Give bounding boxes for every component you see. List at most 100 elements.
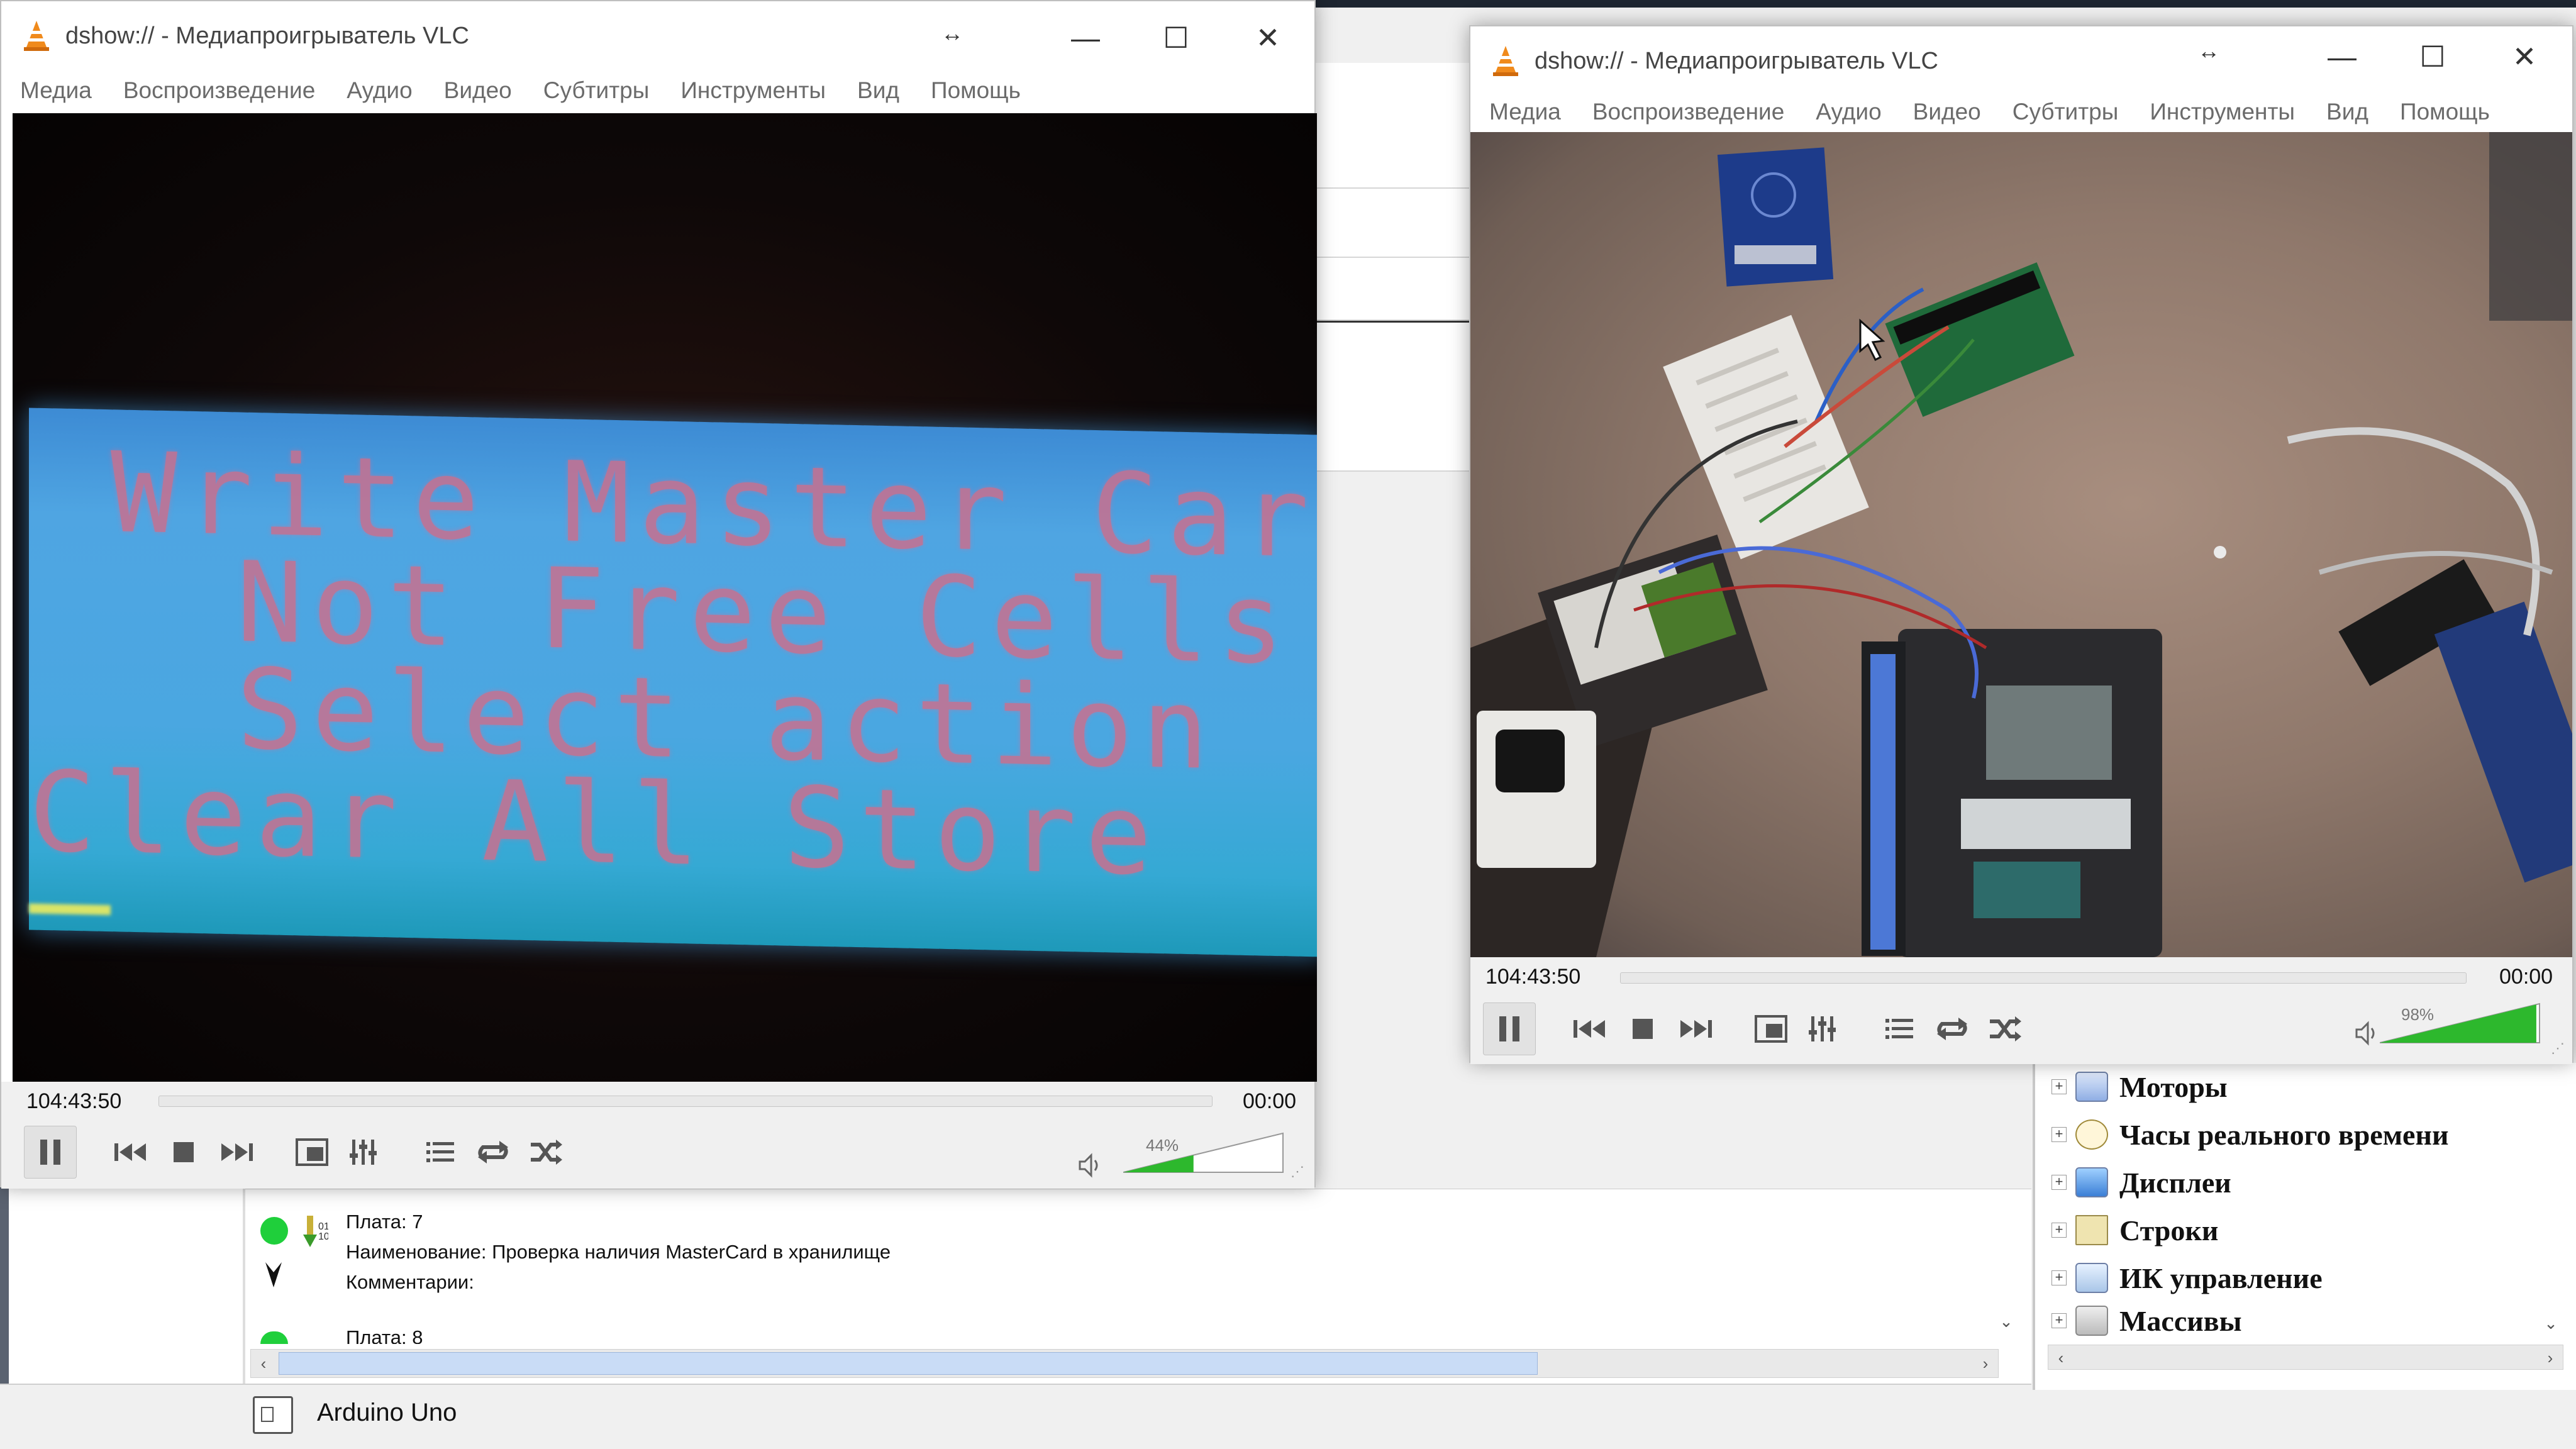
maximize-button[interactable]: ☐ bbox=[1138, 13, 1214, 63]
loop-icon bbox=[1937, 1018, 1967, 1040]
tree-item-strings[interactable]: + Строки bbox=[2051, 1206, 2218, 1254]
menu-audio[interactable]: Аудио bbox=[347, 77, 412, 104]
background-panel bbox=[1314, 189, 1472, 258]
expand-icon[interactable]: + bbox=[2051, 1270, 2067, 1285]
shuffle-icon bbox=[1990, 1016, 2021, 1041]
tree-item-arrays[interactable]: + Массивы bbox=[2051, 1302, 2242, 1340]
menu-tools[interactable]: Инструменты bbox=[680, 77, 826, 104]
fullscreen-button[interactable] bbox=[289, 1130, 335, 1175]
block-tree: + Моторы + Часы реального времени + Дисплеи… bbox=[2033, 1063, 2576, 1390]
expand-icon[interactable]: + bbox=[2051, 1127, 2067, 1142]
minimize-button[interactable]: — bbox=[2304, 31, 2380, 82]
title-bar[interactable]: dshow:// - Медиапроигрыватель VLC ↔ — ☐ … bbox=[1, 1, 1314, 70]
tree-item-rtc[interactable]: + Часы реального времени bbox=[2051, 1111, 2448, 1158]
shuffle-button[interactable] bbox=[1982, 1006, 2028, 1052]
vlc-window-left[interactable]: dshow:// - Медиапроигрыватель VLC ↔ — ☐ … bbox=[0, 0, 1317, 1189]
resize-cursor-icon: ↔ bbox=[941, 20, 963, 46]
fullscreen-button[interactable] bbox=[1748, 1006, 1794, 1052]
close-button[interactable]: ✕ bbox=[1230, 13, 1306, 63]
fullscreen-icon bbox=[1755, 1015, 1787, 1043]
tree-item-motors[interactable]: + Моторы bbox=[2051, 1063, 2228, 1111]
background-panel bbox=[1314, 321, 1472, 472]
speaker-icon bbox=[1079, 1153, 1098, 1178]
speaker-icon bbox=[2355, 1021, 2375, 1046]
menu-view[interactable]: Вид bbox=[857, 77, 899, 104]
stop-button[interactable] bbox=[161, 1130, 206, 1175]
background-panel bbox=[1314, 258, 1472, 321]
menu-video[interactable]: Видео bbox=[444, 77, 512, 104]
plate-name: Наименование: Проверка наличия MasterCar… bbox=[346, 1241, 891, 1263]
menu-help[interactable]: Помощь bbox=[2400, 99, 2490, 125]
menu-help[interactable]: Помощь bbox=[931, 77, 1021, 104]
time-elapsed: 104:43:50 bbox=[26, 1089, 122, 1113]
vlc-window-right[interactable]: dshow:// - Медиапроигрыватель VLC ↔ — ☐ … bbox=[1469, 25, 2573, 1064]
menu-media[interactable]: Медиа bbox=[20, 77, 92, 104]
pause-button[interactable] bbox=[24, 1126, 77, 1179]
menu-audio[interactable]: Аудио bbox=[1816, 99, 1881, 125]
volume-percent: 44% bbox=[1146, 1136, 1179, 1155]
mute-button[interactable] bbox=[2351, 1018, 2382, 1049]
scroll-down-icon[interactable]: ⌄ bbox=[1994, 1309, 2019, 1334]
menu-playback[interactable]: Воспроизведение bbox=[1592, 99, 1784, 125]
expand-icon[interactable]: + bbox=[2051, 1079, 2067, 1094]
video-output[interactable]: Write Master Card Not Free Cells Select … bbox=[13, 113, 1317, 1082]
loop-button[interactable] bbox=[1929, 1006, 1975, 1052]
svg-text:01: 01 bbox=[318, 1221, 328, 1232]
pause-icon bbox=[1499, 1016, 1519, 1041]
program-horizontal-scrollbar[interactable]: ‹ › bbox=[250, 1349, 1999, 1378]
stop-button[interactable] bbox=[1620, 1006, 1665, 1052]
scroll-thumb[interactable] bbox=[279, 1352, 1538, 1375]
program-panel: 01 10 Плата: 7 Наименование: Проверка нал… bbox=[245, 1189, 2031, 1396]
scroll-right-icon[interactable]: › bbox=[1973, 1351, 1998, 1376]
expand-icon[interactable]: + bbox=[2051, 1223, 2067, 1238]
scroll-down-icon[interactable]: ⌄ bbox=[2538, 1311, 2563, 1336]
loop-button[interactable] bbox=[470, 1130, 516, 1175]
menu-bar: Медиа Воспроизведение Аудио Видео Субтит… bbox=[1, 70, 1314, 111]
menu-subtitles[interactable]: Субтитры bbox=[543, 77, 650, 104]
previous-button[interactable] bbox=[108, 1130, 153, 1175]
playlist-button[interactable] bbox=[1877, 1006, 1922, 1052]
menu-view[interactable]: Вид bbox=[2326, 99, 2368, 125]
minimize-button[interactable]: — bbox=[1048, 13, 1123, 63]
status-dot bbox=[260, 1331, 288, 1344]
tree-item-displays[interactable]: + Дисплеи bbox=[2051, 1158, 2231, 1206]
menu-tools[interactable]: Инструменты bbox=[2150, 99, 2295, 125]
vlc-cone-icon bbox=[24, 19, 49, 52]
scroll-left-icon[interactable]: ‹ bbox=[2048, 1345, 2074, 1370]
pause-button[interactable] bbox=[1483, 1002, 1536, 1055]
scroll-right-icon[interactable]: › bbox=[2538, 1345, 2563, 1370]
resize-grip-icon[interactable]: ⋰ bbox=[1291, 1163, 1307, 1180]
menu-video[interactable]: Видео bbox=[1913, 99, 1981, 125]
maximize-button[interactable]: ☐ bbox=[2395, 31, 2470, 82]
scroll-left-icon[interactable]: ‹ bbox=[251, 1351, 276, 1376]
desk-photo bbox=[1470, 132, 2572, 957]
extended-settings-button[interactable] bbox=[341, 1130, 386, 1175]
expand-icon[interactable]: + bbox=[2051, 1175, 2067, 1190]
extended-settings-button[interactable] bbox=[1800, 1006, 1845, 1052]
next-button[interactable] bbox=[214, 1130, 259, 1175]
playlist-button[interactable] bbox=[418, 1130, 463, 1175]
next-icon bbox=[1680, 1020, 1712, 1038]
window-title: dshow:// - Медиапроигрыватель VLC bbox=[65, 22, 469, 49]
mute-button[interactable] bbox=[1074, 1150, 1106, 1181]
close-button[interactable]: ✕ bbox=[2487, 31, 2562, 82]
volume-percent: 98% bbox=[2401, 1005, 2434, 1024]
menu-subtitles[interactable]: Субтитры bbox=[2012, 99, 2119, 125]
title-bar[interactable]: dshow:// - Медиапроигрыватель VLC ↔ — ☐ … bbox=[1470, 26, 2572, 96]
expand-icon[interactable]: + bbox=[2051, 1313, 2067, 1328]
lcd-line-4: Clear All Store bbox=[29, 747, 1161, 901]
resize-grip-icon[interactable]: ⋰ bbox=[2551, 1040, 2567, 1057]
tree-item-ir[interactable]: + ИК управление bbox=[2051, 1254, 2323, 1302]
tree-horizontal-scrollbar[interactable]: ‹ › bbox=[2048, 1345, 2563, 1370]
shuffle-button[interactable] bbox=[523, 1130, 569, 1175]
previous-button[interactable] bbox=[1567, 1006, 1613, 1052]
menu-media[interactable]: Медиа bbox=[1489, 99, 1561, 125]
seek-bar[interactable] bbox=[1620, 972, 2467, 984]
next-button[interactable] bbox=[1673, 1006, 1718, 1052]
menu-playback[interactable]: Воспроизведение bbox=[123, 77, 315, 104]
seek-bar[interactable] bbox=[158, 1096, 1213, 1107]
playlist-icon bbox=[426, 1142, 454, 1162]
flow-arrow-icon bbox=[264, 1260, 283, 1290]
next-icon bbox=[221, 1143, 253, 1161]
video-output[interactable] bbox=[1470, 132, 2572, 957]
